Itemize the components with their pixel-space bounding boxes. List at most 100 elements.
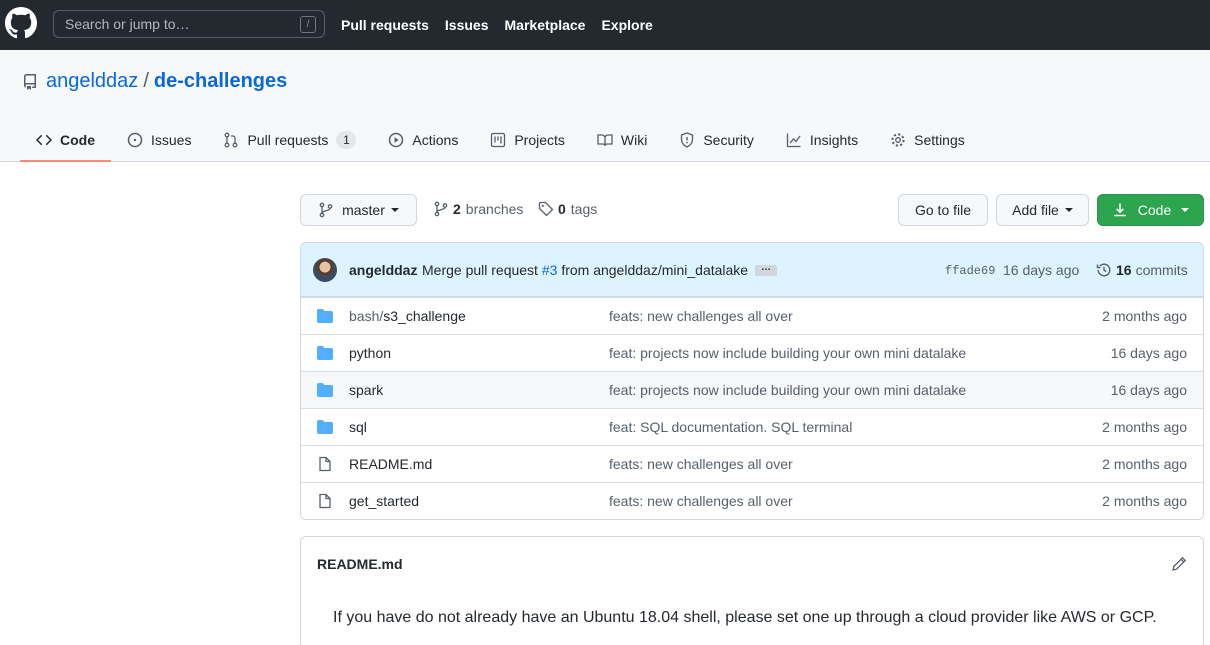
pull-request-icon: [225, 132, 238, 147]
tab-issues[interactable]: Issues: [111, 117, 207, 162]
commits-link[interactable]: 16 commits: [1096, 262, 1188, 278]
file-name-link[interactable]: get_started: [349, 493, 419, 509]
file-commit-message[interactable]: feat: SQL documentation. SQL terminal: [609, 419, 852, 435]
chevron-down-icon: [1181, 208, 1190, 212]
repo-name-link[interactable]: de-challenges: [154, 70, 287, 93]
file-name-link[interactable]: sql: [349, 419, 367, 435]
file-commit-age: 2 months ago: [1102, 456, 1187, 472]
tag-icon: [538, 201, 554, 217]
chevron-down-icon: [1064, 208, 1073, 212]
gear-icon: [891, 132, 905, 147]
file-name: s3_challenge: [383, 308, 466, 324]
tab-insights[interactable]: Insights: [770, 117, 874, 162]
file-row[interactable]: bash/s3_challenge feats: new challenges …: [301, 297, 1203, 334]
file-commit-age: 2 months ago: [1102, 493, 1187, 509]
issue-icon: [127, 132, 143, 147]
tab-pull-requests-label: Pull requests: [247, 131, 329, 148]
branch-select-button[interactable]: master: [300, 194, 417, 226]
repo-header: angelddaz / de-challenges Code Issues Pu…: [0, 50, 1210, 162]
pull-requests-count-badge: 1: [336, 130, 357, 149]
nav-explore[interactable]: Explore: [601, 17, 652, 33]
tab-code[interactable]: Code: [20, 117, 111, 162]
repo-tabs: Code Issues Pull requests 1 Actions Proj…: [20, 117, 981, 162]
code-button-label: Code: [1137, 202, 1172, 218]
tab-projects-label: Projects: [514, 131, 565, 148]
code-download-button[interactable]: Code: [1097, 194, 1204, 226]
go-to-file-button[interactable]: Go to file: [898, 194, 988, 226]
search-input[interactable]: Search or jump to… /: [53, 10, 325, 38]
tab-projects[interactable]: Projects: [474, 117, 581, 162]
graph-icon: [786, 133, 801, 147]
nav-issues[interactable]: Issues: [445, 17, 489, 33]
tags-count: 0: [558, 201, 566, 217]
history-icon: [1096, 263, 1111, 277]
repo-separator: /: [143, 70, 149, 92]
file-path-prefix: bash/: [349, 308, 384, 324]
nav-marketplace[interactable]: Marketplace: [505, 17, 586, 33]
file-commit-message[interactable]: feats: new challenges all over: [609, 493, 793, 509]
commit-count: 16: [1116, 262, 1132, 278]
file-commit-age: 2 months ago: [1102, 419, 1187, 435]
readme-title[interactable]: README.md: [317, 556, 403, 572]
folder-icon: [317, 309, 333, 323]
book-icon: [597, 133, 613, 146]
file-row[interactable]: spark feat: projects now include buildin…: [301, 371, 1203, 408]
file-name-link[interactable]: README.md: [349, 456, 432, 472]
file-name-link[interactable]: bash/s3_challenge: [349, 308, 466, 324]
pull-request-link[interactable]: #3: [542, 262, 558, 278]
file-row[interactable]: sql feat: SQL documentation. SQL termina…: [301, 408, 1203, 445]
tab-actions[interactable]: Actions: [372, 117, 474, 162]
file-commit-message[interactable]: feat: projects now include building your…: [609, 345, 966, 361]
folder-icon: [317, 420, 333, 434]
avatar[interactable]: [313, 258, 337, 282]
tab-pull-requests[interactable]: Pull requests 1: [207, 117, 372, 162]
tags-link[interactable]: 0 tags: [538, 201, 597, 217]
branches-link[interactable]: 2 branches: [433, 201, 523, 217]
tab-actions-label: Actions: [412, 131, 459, 148]
global-nav: Pull requests Issues Marketplace Explore: [341, 0, 669, 50]
tags-label: tags: [570, 201, 598, 217]
tab-insights-label: Insights: [809, 131, 859, 148]
readme-body-text: If you have do not already have an Ubunt…: [333, 609, 1157, 626]
nav-pull-requests[interactable]: Pull requests: [341, 17, 429, 33]
search-placeholder: Search or jump to…: [65, 16, 190, 32]
code-icon: [36, 134, 52, 145]
commit-author[interactable]: angelddaz: [349, 262, 417, 278]
shield-icon: [681, 131, 694, 148]
global-header: Search or jump to… / Pull requests Issue…: [0, 0, 1210, 50]
branch-icon: [319, 202, 333, 218]
file-icon: [319, 493, 331, 509]
search-shortcut-key: /: [300, 16, 316, 33]
expand-commit-message-button[interactable]: …: [755, 263, 777, 276]
tab-wiki[interactable]: Wiki: [581, 117, 663, 162]
file-name-link[interactable]: spark: [349, 382, 383, 398]
file-browser: angelddaz Merge pull request #3 from ang…: [300, 242, 1204, 520]
file-name-link[interactable]: python: [349, 345, 391, 361]
file-row[interactable]: get_started feats: new challenges all ov…: [301, 482, 1203, 519]
tab-wiki-label: Wiki: [620, 131, 648, 148]
tab-settings[interactable]: Settings: [874, 117, 981, 162]
repo-owner-link[interactable]: angelddaz: [46, 70, 138, 93]
file-commit-message[interactable]: feat: projects now include building your…: [609, 382, 966, 398]
github-logo-icon[interactable]: [5, 7, 37, 39]
branch-name: master: [342, 202, 385, 218]
latest-commit-bar: angelddaz Merge pull request #3 from ang…: [301, 243, 1203, 297]
branch-icon: [434, 201, 448, 217]
file-commit-message[interactable]: feats: new challenges all over: [609, 456, 793, 472]
commit-message[interactable]: Merge pull request #3 from angelddaz/min…: [422, 262, 748, 278]
commit-sha[interactable]: ffade69: [945, 264, 995, 278]
file-icon: [319, 456, 331, 472]
file-commit-age: 16 days ago: [1110, 382, 1187, 398]
chevron-down-icon: [390, 208, 399, 212]
file-row[interactable]: README.md feats: new challenges all over…: [301, 445, 1203, 482]
pencil-icon[interactable]: [1171, 556, 1187, 572]
add-file-button[interactable]: Add file: [996, 194, 1089, 226]
repo-icon: [23, 73, 36, 90]
tab-security[interactable]: Security: [663, 117, 770, 162]
commit-age[interactable]: 16 days ago: [1003, 262, 1079, 278]
play-icon: [389, 132, 404, 147]
file-row[interactable]: python feat: projects now include buildi…: [301, 334, 1203, 371]
folder-icon: [317, 383, 333, 397]
file-commit-message[interactable]: feats: new challenges all over: [609, 308, 793, 324]
readme-panel: README.md If you have do not already hav…: [300, 536, 1204, 645]
